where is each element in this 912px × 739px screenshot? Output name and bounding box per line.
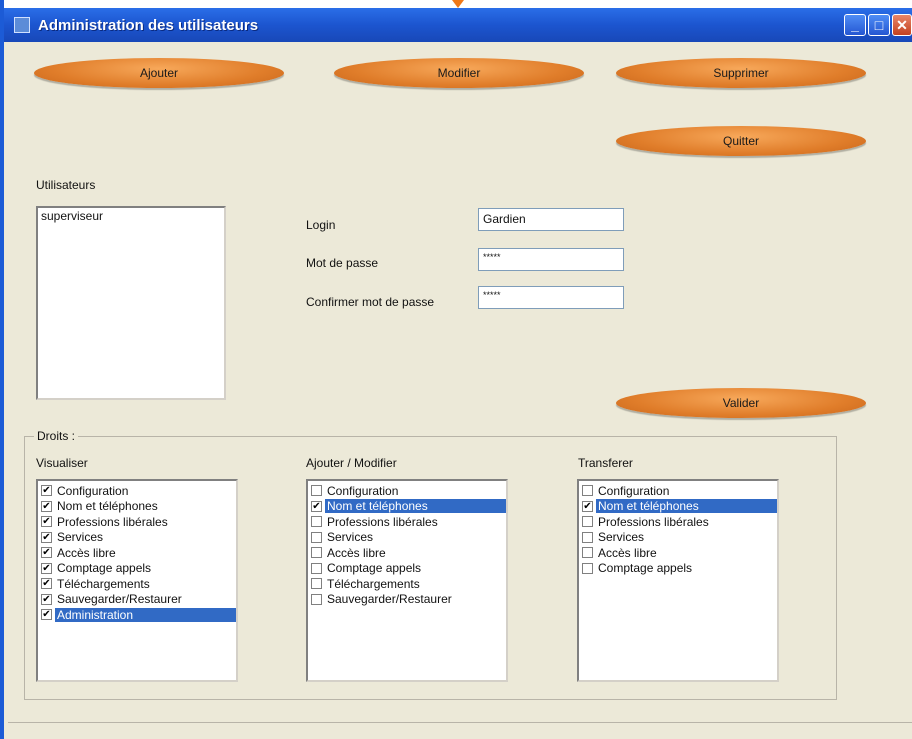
edit-rights-list[interactable]: Configuration ✔ Nom et téléphones Professio… <box>306 479 508 682</box>
maximize-icon[interactable]: □ <box>868 14 890 36</box>
rights-item-label: Téléchargements <box>57 576 150 591</box>
rights-item-label: Comptage appels <box>327 561 422 576</box>
delete-button[interactable]: Supprimer <box>616 58 866 88</box>
checkbox-checked[interactable]: ✔ <box>41 500 52 512</box>
status-divider <box>8 722 912 723</box>
rights-item-label: Comptage appels <box>598 561 693 576</box>
rights-list-item[interactable]: Configuration <box>308 483 506 499</box>
checkbox-checked[interactable]: ✔ <box>41 578 52 590</box>
rights-item-label: Nom et téléphones <box>57 499 158 514</box>
user-list-item[interactable]: superviseur <box>38 208 224 224</box>
login-label: Login <box>306 218 336 232</box>
rights-list-item[interactable]: ✔ Services <box>38 530 236 546</box>
rights-list-item[interactable]: Services <box>308 530 506 546</box>
rights-item-label: Professions libérales <box>598 514 709 529</box>
rights-item-label: Comptage appels <box>57 561 152 576</box>
transfer-rights-list[interactable]: Configuration ✔ Nom et téléphones Professio… <box>577 479 779 682</box>
rights-item-label: Sauvegarder/Restaurer <box>57 592 182 607</box>
checkbox-unchecked[interactable] <box>582 485 593 497</box>
rights-list-item[interactable]: Configuration <box>579 483 777 499</box>
rights-item-label: Téléchargements <box>327 576 420 591</box>
rights-item-label: Professions libérales <box>57 514 168 529</box>
admin-window: Administration des utilisateurs _ □ ✕ Aj… <box>0 0 912 739</box>
transfer-rights-title: Transferer <box>578 456 633 470</box>
rights-legend: Droits : <box>34 429 79 443</box>
rights-list-item[interactable]: ✔ Téléchargements <box>38 576 236 592</box>
checkbox-unchecked[interactable] <box>582 531 593 543</box>
checkbox-checked[interactable]: ✔ <box>582 500 593 512</box>
rights-item-label: Accès libre <box>57 545 116 560</box>
rights-item-label: Services <box>598 530 645 545</box>
app-icon <box>14 17 30 33</box>
rights-list-item[interactable]: Professions libérales <box>579 514 777 530</box>
checkbox-checked[interactable]: ✔ <box>41 547 52 559</box>
password-field[interactable]: ***** <box>478 248 624 271</box>
rights-item-label: Accès libre <box>598 545 657 560</box>
checkbox-unchecked[interactable] <box>311 578 322 590</box>
rights-list-item[interactable]: ✔ Nom et téléphones <box>308 499 506 515</box>
rights-list-item[interactable]: ✔ Sauvegarder/Restaurer <box>38 592 236 608</box>
password-label: Mot de passe <box>306 256 379 270</box>
checkbox-unchecked[interactable] <box>582 516 593 528</box>
rights-item-label: Professions libérales <box>327 514 438 529</box>
checkbox-checked[interactable]: ✔ <box>41 485 52 497</box>
add-button[interactable]: Ajouter <box>34 58 284 88</box>
rights-list-item[interactable]: Comptage appels <box>579 561 777 577</box>
rights-item-label: Configuration <box>598 483 670 498</box>
checkbox-checked[interactable]: ✔ <box>311 500 322 512</box>
checkbox-checked[interactable]: ✔ <box>41 531 52 543</box>
checkbox-unchecked[interactable] <box>582 547 593 559</box>
rights-item-label: Configuration <box>327 483 399 498</box>
rights-list-item[interactable]: Professions libérales <box>308 514 506 530</box>
users-label: Utilisateurs <box>36 178 96 192</box>
rights-item-label: Configuration <box>57 483 129 498</box>
checkbox-unchecked[interactable] <box>311 531 322 543</box>
rights-list-item[interactable]: Téléchargements <box>308 576 506 592</box>
checkbox-unchecked[interactable] <box>311 547 322 559</box>
checkbox-checked[interactable]: ✔ <box>41 593 52 605</box>
rights-list-item[interactable]: ✔ Comptage appels <box>38 561 236 577</box>
confirm-password-label: Confirmer mot de passe <box>306 295 435 309</box>
login-field[interactable]: Gardien <box>478 208 624 231</box>
rights-list-item[interactable]: ✔ Configuration <box>38 483 236 499</box>
rights-list-item[interactable]: ✔ Professions libérales <box>38 514 236 530</box>
rights-item-label: Nom et téléphones <box>596 499 777 514</box>
checkbox-checked[interactable]: ✔ <box>41 562 52 574</box>
window-title: Administration des utilisateurs <box>38 17 259 34</box>
rights-list-item[interactable]: Sauvegarder/Restaurer <box>308 592 506 608</box>
users-list[interactable]: superviseur <box>36 206 226 400</box>
checkbox-unchecked[interactable] <box>311 516 322 528</box>
rights-list-item[interactable]: ✔ Nom et téléphones <box>579 499 777 515</box>
view-rights-list[interactable]: ✔ Configuration ✔ Nom et téléphones ✔ Profess… <box>36 479 238 682</box>
minimize-icon[interactable]: _ <box>844 14 866 36</box>
edit-rights-title: Ajouter / Modifier <box>306 456 397 470</box>
checkbox-unchecked[interactable] <box>311 593 322 605</box>
checkbox-unchecked[interactable] <box>311 562 322 574</box>
rights-item-label: Accès libre <box>327 545 386 560</box>
rights-item-label: Nom et téléphones <box>325 499 506 514</box>
rights-list-item[interactable]: ✔ Nom et téléphones <box>38 499 236 515</box>
rights-item-label: Administration <box>55 607 236 622</box>
quit-button[interactable]: Quitter <box>616 126 866 156</box>
close-icon[interactable]: ✕ <box>892 14 912 36</box>
top-marker <box>452 0 464 8</box>
checkbox-checked[interactable]: ✔ <box>41 516 52 528</box>
rights-list-item[interactable]: ✔ Administration <box>38 607 236 623</box>
rights-list-item[interactable]: Comptage appels <box>308 561 506 577</box>
rights-list-item[interactable]: Accès libre <box>308 545 506 561</box>
rights-list-item[interactable]: ✔ Accès libre <box>38 545 236 561</box>
checkbox-unchecked[interactable] <box>582 562 593 574</box>
rights-item-label: Services <box>327 530 374 545</box>
confirm-password-field[interactable]: ***** <box>478 286 624 309</box>
checkbox-checked[interactable]: ✔ <box>41 609 52 621</box>
validate-button[interactable]: Valider <box>616 388 866 418</box>
modify-button[interactable]: Modifier <box>334 58 584 88</box>
rights-item-label: Services <box>57 530 104 545</box>
view-rights-title: Visualiser <box>36 456 88 470</box>
rights-item-label: Sauvegarder/Restaurer <box>327 592 452 607</box>
rights-list-item[interactable]: Services <box>579 530 777 546</box>
checkbox-unchecked[interactable] <box>311 485 322 497</box>
rights-list-item[interactable]: Accès libre <box>579 545 777 561</box>
